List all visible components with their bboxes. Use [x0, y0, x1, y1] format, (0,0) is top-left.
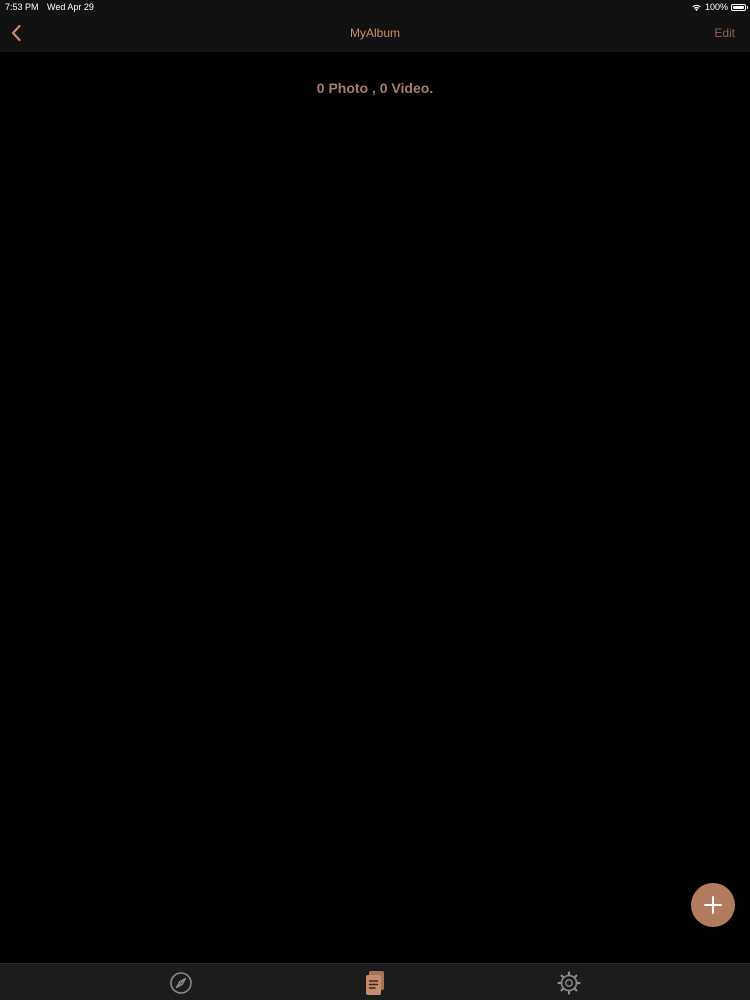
wifi-icon — [692, 4, 701, 11]
edit-button[interactable]: Edit — [714, 14, 735, 52]
status-date: Wed Apr 29 — [47, 2, 94, 12]
status-indicators: 100% — [691, 0, 748, 14]
album-screen: 7:53 PM Wed Apr 29 100% MyAlbum Edit 0 P… — [0, 0, 750, 1000]
navigation-bar: MyAlbum Edit — [0, 14, 750, 52]
compass-icon — [170, 972, 192, 994]
page-title: MyAlbum — [349, 26, 400, 40]
tab-settings[interactable] — [555, 969, 583, 997]
gear-icon — [557, 971, 581, 995]
status-time: 7:53 PM — [5, 2, 39, 12]
tab-explore[interactable] — [167, 969, 195, 997]
tab-bar — [0, 963, 750, 1000]
status-bar: 7:53 PM Wed Apr 29 100% — [0, 0, 750, 14]
battery-icon — [731, 3, 748, 11]
add-button[interactable] — [691, 883, 735, 927]
document-icon — [366, 971, 384, 995]
battery-percent: 100% — [704, 2, 728, 12]
tab-documents[interactable] — [361, 969, 389, 997]
media-count-summary: 0 Photo , 0 Video. — [316, 80, 434, 96]
plus-icon — [704, 896, 722, 914]
